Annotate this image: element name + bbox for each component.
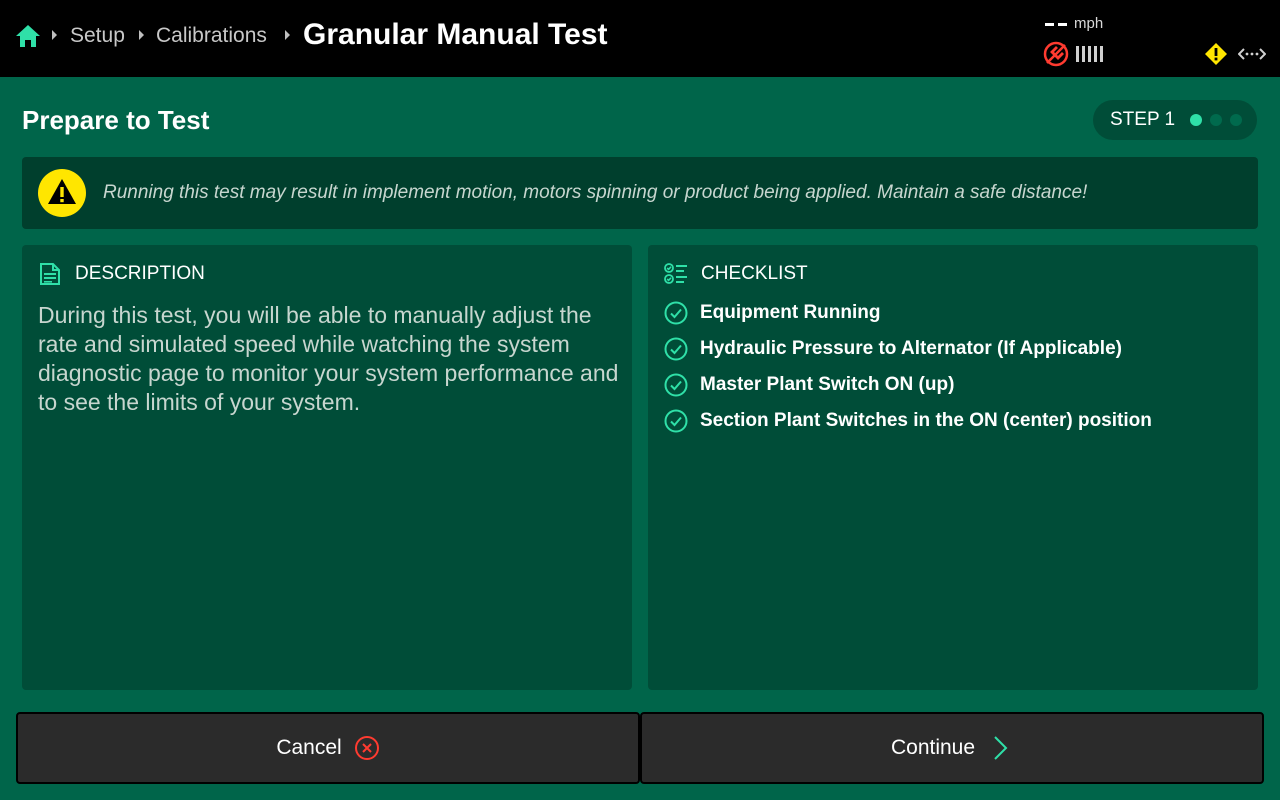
description-panel: DESCRIPTION During this test, you will b… (22, 245, 632, 690)
check-circle-icon (664, 373, 688, 397)
breadcrumb-separator-icon (139, 30, 144, 40)
chevron-right-icon[interactable] (987, 735, 1013, 761)
breadcrumb-separator-icon (52, 30, 57, 40)
signal-bars-icon (1076, 46, 1103, 62)
checklist-item-label: Master Plant Switch ON (up) (700, 374, 955, 395)
cancel-button[interactable]: Cancel (16, 712, 640, 784)
cancel-button-content[interactable]: Cancel (18, 714, 638, 782)
speed-unit: mph (1074, 15, 1104, 32)
breadcrumb-calibrations[interactable]: Calibrations (156, 22, 267, 50)
checklist-heading: CHECKLIST (701, 263, 808, 284)
cancel-circle-x-icon[interactable] (354, 735, 380, 761)
step-label: STEP 1 (1110, 109, 1176, 130)
check-circle-icon (664, 337, 688, 361)
warning-icon[interactable] (1204, 42, 1228, 66)
checklist-icon (664, 263, 687, 284)
step-dot-1 (1190, 114, 1202, 126)
document-icon (40, 263, 60, 285)
cancel-button-label[interactable]: Cancel (276, 736, 341, 760)
description-heading: DESCRIPTION (75, 263, 205, 284)
home-icon[interactable] (14, 22, 42, 50)
breadcrumb-separator-icon (285, 30, 290, 40)
continue-button[interactable]: Continue (640, 712, 1264, 784)
connection-icon[interactable] (1238, 44, 1266, 64)
page-title: Granular Manual Test (303, 18, 608, 51)
step-dot-2 (1210, 114, 1222, 126)
checklist-item-label: Equipment Running (700, 302, 881, 323)
step-indicator: STEP 1 (1093, 100, 1257, 140)
top-bar: Setup Calibrations Granular Manual Test … (0, 0, 1280, 77)
breadcrumb-setup[interactable]: Setup (70, 22, 125, 50)
checklist-item-label: Hydraulic Pressure to Alternator (If App… (700, 338, 1122, 359)
warning-text: Running this test may result in implemen… (103, 182, 1088, 203)
gps-alert-icon[interactable] (1043, 41, 1069, 67)
speed-value (1045, 23, 1067, 26)
step-dot-3 (1230, 114, 1242, 126)
safety-warning-banner: Running this test may result in implemen… (22, 157, 1258, 229)
section-title: Prepare to Test (22, 105, 210, 135)
checklist-panel: CHECKLIST Equipment Running Hydraulic Pr… (648, 245, 1258, 690)
continue-button-content[interactable]: Continue (642, 714, 1262, 782)
check-circle-icon (664, 409, 688, 433)
warning-triangle-icon (38, 169, 86, 217)
check-circle-icon (664, 301, 688, 325)
description-text: During this test, you will be able to ma… (38, 302, 619, 415)
continue-button-label[interactable]: Continue (891, 736, 975, 760)
checklist-item-label: Section Plant Switches in the ON (center… (700, 410, 1152, 431)
